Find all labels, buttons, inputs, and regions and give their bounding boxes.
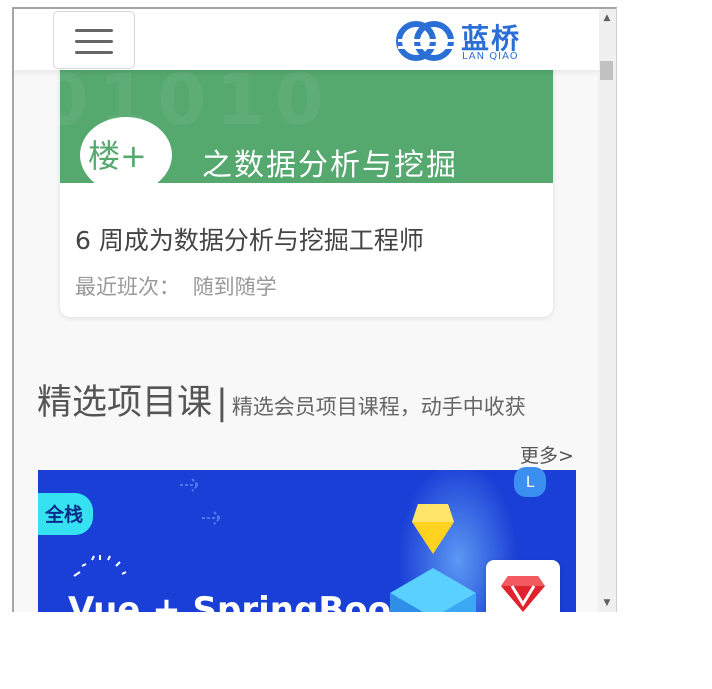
- scroll-up-arrow-icon[interactable]: ▲: [598, 9, 616, 27]
- menu-line: [75, 40, 113, 43]
- browser-frame: 01010 楼+ 之数据分析与挖掘 6 周成为数据分析与挖掘工程师 最近班次： …: [12, 7, 617, 612]
- category-tag-label: 全栈: [45, 504, 84, 526]
- logo-subtext: LAN QIAO: [462, 51, 519, 62]
- site-logo[interactable]: 蓝桥 LAN QIAO: [396, 17, 546, 63]
- scroll-down-arrow-icon[interactable]: ▼: [598, 594, 616, 612]
- section-title: 精选项目课: [37, 383, 213, 423]
- menu-line: [75, 51, 113, 54]
- ruby-icon: [501, 576, 545, 612]
- section-header: 精选项目课 | 精选会员项目课程，动手中收获: [37, 374, 526, 425]
- hamburger-menu-button[interactable]: [53, 11, 135, 69]
- scrollbar-thumb[interactable]: [600, 61, 613, 80]
- section-subtitle: 精选会员项目课程，动手中收获: [231, 395, 526, 419]
- more-link[interactable]: 更多>: [520, 441, 574, 468]
- sparkle-icon: [73, 555, 127, 577]
- section-divider: |: [216, 383, 228, 423]
- banner-title: 之数据分析与挖掘: [202, 148, 458, 183]
- lanqiao-logo-icon: [396, 21, 454, 61]
- promo-title: Vue + SpringBoot: [68, 590, 408, 612]
- assistant-avatar[interactable]: L: [514, 467, 546, 497]
- vertical-scrollbar[interactable]: ▲ ▼: [598, 9, 616, 612]
- banner-badge: 楼+: [88, 137, 147, 175]
- course-card[interactable]: 01010 楼+ 之数据分析与挖掘 6 周成为数据分析与挖掘工程师 最近班次： …: [60, 49, 553, 317]
- arrow-decor-icon: [202, 511, 222, 525]
- schedule-label: 最近班次：: [75, 275, 180, 299]
- gem-icon: [412, 504, 454, 554]
- crystal-base-icon: [390, 568, 476, 612]
- ruby-badge[interactable]: [486, 560, 560, 612]
- schedule-value: 随到随学: [192, 275, 277, 299]
- course-schedule: 最近班次： 随到随学: [75, 271, 277, 301]
- course-title[interactable]: 6 周成为数据分析与挖掘工程师: [75, 221, 424, 257]
- arrow-decor-icon: [180, 478, 200, 492]
- page-viewport: 01010 楼+ 之数据分析与挖掘 6 周成为数据分析与挖掘工程师 最近班次： …: [14, 9, 599, 612]
- menu-line: [75, 29, 113, 32]
- site-header: 蓝桥 LAN QIAO: [14, 9, 599, 70]
